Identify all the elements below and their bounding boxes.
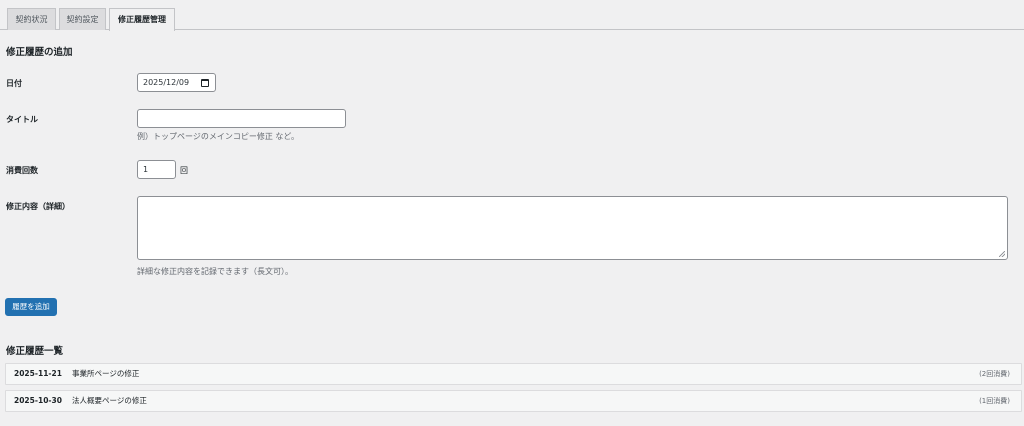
title-label: タイトル xyxy=(6,115,38,124)
count-unit: 回 xyxy=(180,166,188,175)
history-list-title: 修正履歴一覧 xyxy=(6,346,64,357)
add-section-title: 修正履歴の追加 xyxy=(6,47,73,58)
history-title: 法人概要ページの修正 xyxy=(72,396,147,405)
detail-label: 修正内容（詳細） xyxy=(6,202,70,211)
resize-grip-icon[interactable] xyxy=(999,251,1005,257)
date-value: 2025/12/09 xyxy=(143,78,190,87)
history-date: 2025-11-21 xyxy=(14,369,62,378)
history-title: 事業所ページの修正 xyxy=(72,369,140,378)
count-label: 消費回数 xyxy=(6,166,38,175)
title-input[interactable] xyxy=(137,109,346,128)
title-hint: 例）トップページのメインコピー修正 など。 xyxy=(137,132,299,141)
history-usage: (1回消費) xyxy=(979,397,1010,405)
date-input[interactable]: 2025/12/09 xyxy=(137,73,216,92)
add-history-button[interactable]: 履歴を追加 xyxy=(5,298,57,316)
detail-hint: 詳細な修正内容を記録できます（長文可）。 xyxy=(137,267,293,276)
calendar-icon[interactable] xyxy=(201,79,209,87)
history-row: 2025-10-30 法人概要ページの修正 (1回消費) xyxy=(5,390,1022,412)
tab-contract-settings[interactable]: 契約設定 xyxy=(59,8,106,30)
history-row: 2025-11-21 事業所ページの修正 (2回消費) xyxy=(5,363,1022,385)
history-date: 2025-10-30 xyxy=(14,396,62,405)
tab-bar: 契約状況 契約設定 修正履歴管理 xyxy=(0,0,1024,31)
tab-revision-history[interactable]: 修正履歴管理 xyxy=(109,8,175,31)
count-input[interactable]: 1 xyxy=(137,160,176,179)
detail-textarea[interactable] xyxy=(137,196,1008,260)
history-usage: (2回消費) xyxy=(979,370,1010,378)
tab-contract-status[interactable]: 契約状況 xyxy=(7,8,56,30)
date-label: 日付 xyxy=(6,79,22,88)
